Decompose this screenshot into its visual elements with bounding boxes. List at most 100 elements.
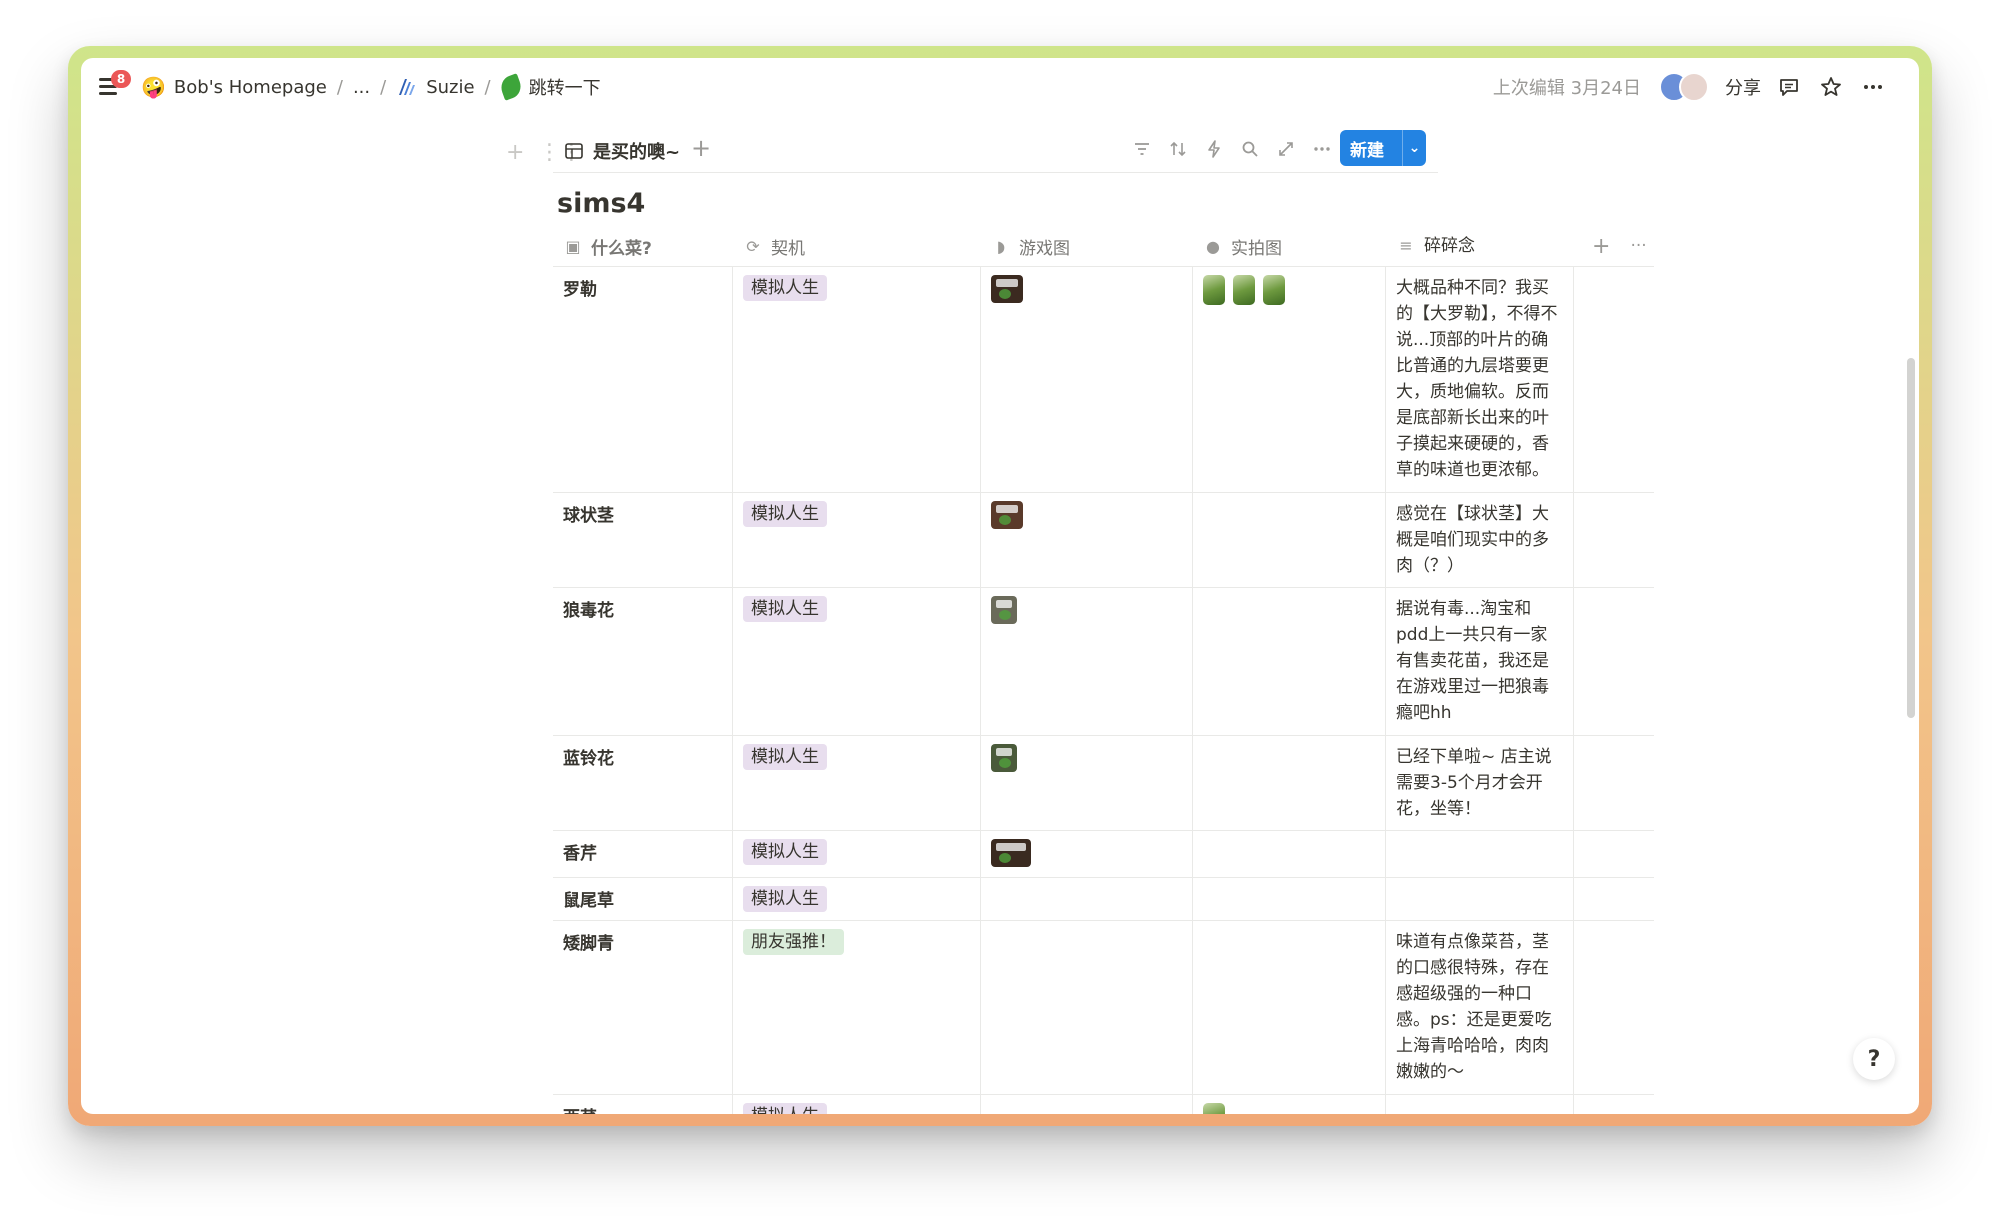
database-title[interactable]: sims4 <box>557 188 645 219</box>
column-header-name[interactable]: ▣ 什么菜? <box>553 226 733 266</box>
game-image-thumbnail[interactable] <box>991 596 1017 624</box>
chevron-down-icon[interactable]: ⌄ <box>1403 140 1426 156</box>
cell-photo[interactable] <box>1193 921 1386 1094</box>
sort-icon[interactable] <box>1167 138 1189 160</box>
photo-thumbnail[interactable] <box>1233 275 1255 305</box>
collaborator-avatars[interactable] <box>1659 72 1711 102</box>
table-row[interactable]: 西芹模拟人生 <box>553 1095 1654 1114</box>
breadcrumb-item-ellipsis[interactable]: ... <box>353 77 370 98</box>
filter-icon[interactable] <box>1131 138 1153 160</box>
table-row[interactable]: 蓝铃花 模拟人生 已经下单啦~ 店主说需要3-5个月才会开花，坐等！ <box>553 736 1654 831</box>
game-image-thumbnail[interactable] <box>991 839 1031 867</box>
table-row[interactable]: 鼠尾草 模拟人生 <box>553 878 1654 921</box>
cell-game-image[interactable] <box>981 921 1193 1094</box>
table-row[interactable]: 球状茎 模拟人生 感觉在【球状茎】大概是咱们现实中的多肉（？） <box>553 493 1654 588</box>
cell-empty <box>1574 878 1654 920</box>
cell-notes[interactable]: 感觉在【球状茎】大概是咱们现实中的多肉（？） <box>1386 493 1574 587</box>
cell-empty <box>1574 921 1654 1094</box>
scrollbar[interactable] <box>1907 358 1915 718</box>
cell-reason[interactable]: 模拟人生 <box>733 493 981 587</box>
tab-view[interactable]: 是买的噢~ <box>565 138 680 164</box>
cell-game-image[interactable] <box>981 831 1193 877</box>
game-image-thumbnail[interactable] <box>991 501 1023 529</box>
game-image-thumbnail[interactable] <box>991 275 1023 303</box>
table-row[interactable]: 罗勒 模拟人生 大概品种不同？我买的【大罗勒】，不得不说...顶部的叶片的确比普通的… <box>553 267 1654 493</box>
column-label: 什么菜? <box>591 238 652 259</box>
column-header-game-image[interactable]: ◗ 游戏图 <box>981 226 1193 266</box>
cell-game-image[interactable] <box>981 1095 1193 1114</box>
cell-reason[interactable]: 模拟人生 <box>733 267 981 492</box>
photo-thumbnail[interactable] <box>1203 1103 1225 1114</box>
cell-name[interactable]: 罗勒 <box>553 267 733 492</box>
table-row[interactable]: 香芹 模拟人生 <box>553 831 1654 878</box>
column-header-reason[interactable]: ⟳ 契机 <box>733 226 981 266</box>
leaf-icon <box>497 73 524 101</box>
cell-photo[interactable] <box>1193 831 1386 877</box>
cell-notes[interactable]: 据说有毒...淘宝和pdd上一共只有一家有售卖花苗，我还是在游戏里过一把狼毒瘾吧… <box>1386 588 1574 735</box>
comment-icon[interactable] <box>1775 73 1803 101</box>
cell-game-image[interactable] <box>981 493 1193 587</box>
cell-reason[interactable]: 模拟人生 <box>733 1095 981 1114</box>
column-header-photo[interactable]: ● 实拍图 <box>1193 226 1386 266</box>
view-tab-label: 是买的噢~ <box>593 142 681 163</box>
cell-reason[interactable]: 朋友强推！ <box>733 921 981 1094</box>
help-icon[interactable]: ? <box>1853 1038 1895 1080</box>
column-header-notes[interactable]: ≡ 碎碎念 <box>1386 226 1574 266</box>
cell-name[interactable]: 鼠尾草 <box>553 878 733 920</box>
database-view-bar: + ⋮⋮ 是买的噢~ + <box>81 128 1919 170</box>
top-bar: 8 🤪 Bob's Homepage / ... / Suzie / 跳转一下 … <box>81 58 1919 114</box>
top-right-actions: 上次编辑 3月24日 分享 <box>1493 72 1887 102</box>
table-row[interactable]: 矮脚青 朋友强推！ 味道有点像菜苔，茎的口感很特殊，存在感超级强的一种口感。ps：还… <box>553 921 1654 1095</box>
cell-name[interactable]: 西芹 <box>553 1095 733 1114</box>
expand-icon[interactable] <box>1275 138 1297 160</box>
table-row[interactable]: 狼毒花 模拟人生 据说有毒...淘宝和pdd上一共只有一家有售卖花苗，我还是在游戏里… <box>553 588 1654 736</box>
breadcrumb-separator: / <box>380 76 387 98</box>
cell-photo[interactable] <box>1193 878 1386 920</box>
tag-badge: 朋友强推！ <box>743 929 844 955</box>
cell-photo[interactable] <box>1193 1095 1386 1114</box>
cell-game-image[interactable] <box>981 267 1193 492</box>
cell-name[interactable]: 蓝铃花 <box>553 736 733 830</box>
add-block-icon[interactable]: + <box>506 140 524 165</box>
automation-icon[interactable] <box>1203 138 1225 160</box>
search-icon[interactable] <box>1239 138 1261 160</box>
cell-reason[interactable]: 模拟人生 <box>733 588 981 735</box>
photo-thumbnail[interactable] <box>1263 275 1285 305</box>
cell-notes[interactable]: 味道有点像菜苔，茎的口感很特殊，存在感超级强的一种口感。ps：还是更爱吃上海青哈… <box>1386 921 1574 1094</box>
tag-badge: 模拟人生 <box>743 1103 827 1114</box>
column-actions: + ··· <box>1574 226 1654 266</box>
cell-name[interactable]: 矮脚青 <box>553 921 733 1094</box>
cell-photo[interactable] <box>1193 736 1386 830</box>
cell-game-image[interactable] <box>981 588 1193 735</box>
add-view-icon[interactable]: + <box>691 134 711 162</box>
cell-name[interactable]: 球状茎 <box>553 493 733 587</box>
cell-photo[interactable] <box>1193 588 1386 735</box>
cell-photo[interactable] <box>1193 267 1386 492</box>
cell-name[interactable]: 狼毒花 <box>553 588 733 735</box>
game-image-thumbnail[interactable] <box>991 744 1017 772</box>
cell-game-image[interactable] <box>981 736 1193 830</box>
tag-badge: 模拟人生 <box>743 275 827 301</box>
cell-notes[interactable] <box>1386 878 1574 920</box>
column-more-icon[interactable]: ··· <box>1630 236 1646 256</box>
breadcrumb-item-current[interactable]: 跳转一下 <box>497 73 601 101</box>
more-icon[interactable] <box>1311 138 1333 160</box>
add-column-icon[interactable]: + <box>1592 234 1610 259</box>
breadcrumb-item-homepage[interactable]: 🤪 Bob's Homepage <box>141 75 327 99</box>
photo-thumbnail[interactable] <box>1203 275 1225 305</box>
cell-game-image[interactable] <box>981 878 1193 920</box>
cell-reason[interactable]: 模拟人生 <box>733 736 981 830</box>
cell-photo[interactable] <box>1193 493 1386 587</box>
cell-notes[interactable]: 已经下单啦~ 店主说需要3-5个月才会开花，坐等！ <box>1386 736 1574 830</box>
star-icon[interactable] <box>1817 73 1845 101</box>
breadcrumb-item-suzie[interactable]: Suzie <box>396 76 475 98</box>
cell-notes[interactable] <box>1386 831 1574 877</box>
new-button[interactable]: 新建 ⌄ <box>1340 130 1426 166</box>
cell-notes[interactable]: 大概品种不同？我买的【大罗勒】，不得不说...顶部的叶片的确比普通的九层塔要更大… <box>1386 267 1574 492</box>
more-options-icon[interactable] <box>1859 73 1887 101</box>
cell-reason[interactable]: 模拟人生 <box>733 878 981 920</box>
cell-notes[interactable] <box>1386 1095 1574 1114</box>
share-button[interactable]: 分享 <box>1725 74 1761 100</box>
cell-reason[interactable]: 模拟人生 <box>733 831 981 877</box>
cell-name[interactable]: 香芹 <box>553 831 733 877</box>
